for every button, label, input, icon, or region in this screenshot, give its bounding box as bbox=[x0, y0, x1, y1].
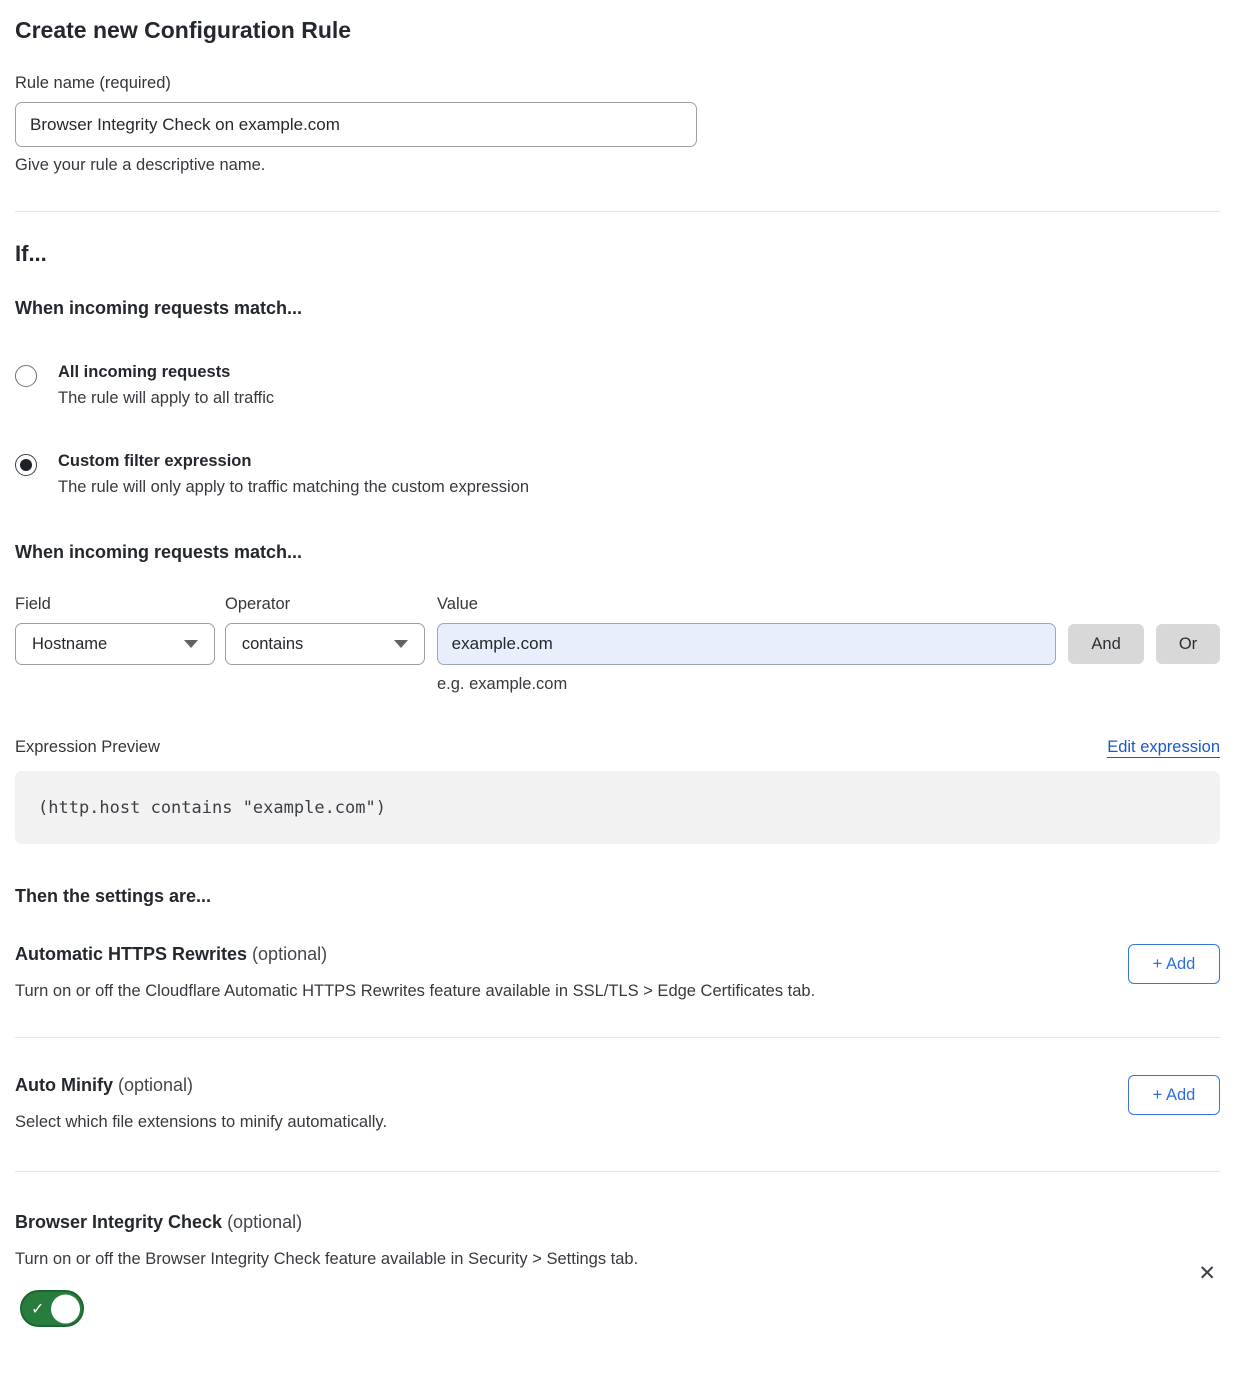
section-divider bbox=[15, 211, 1220, 212]
setting-description: Turn on or off the Browser Integrity Che… bbox=[15, 1250, 638, 1269]
page-title: Create new Configuration Rule bbox=[15, 17, 1220, 44]
setting-title-text: Automatic HTTPS Rewrites bbox=[15, 944, 247, 964]
then-heading: Then the settings are... bbox=[15, 886, 1220, 907]
setting-automatic-https-rewrites: Automatic HTTPS Rewrites (optional) Turn… bbox=[15, 944, 1220, 1001]
setting-title: Auto Minify (optional) bbox=[15, 1075, 387, 1096]
add-automatic-https-rewrites-button[interactable]: + Add bbox=[1128, 944, 1220, 984]
operator-select-value: contains bbox=[242, 635, 303, 654]
setting-optional-text: (optional) bbox=[113, 1075, 193, 1095]
toggle-knob bbox=[51, 1294, 80, 1323]
expression-builder-row: Hostname contains And Or bbox=[15, 623, 1220, 665]
expression-builder-labels: Field Operator Value bbox=[15, 595, 1220, 614]
close-icon[interactable]: ✕ bbox=[1194, 1214, 1220, 1332]
and-button[interactable]: And bbox=[1068, 624, 1144, 664]
chevron-down-icon bbox=[184, 640, 198, 648]
add-auto-minify-button[interactable]: + Add bbox=[1128, 1075, 1220, 1115]
value-label: Value bbox=[437, 595, 1057, 614]
setting-title: Automatic HTTPS Rewrites (optional) bbox=[15, 944, 815, 965]
field-select-value: Hostname bbox=[32, 635, 107, 654]
checkmark-icon: ✓ bbox=[31, 1299, 44, 1319]
setting-optional-text: (optional) bbox=[247, 944, 327, 964]
setting-title: Browser Integrity Check (optional) bbox=[15, 1212, 638, 1233]
browser-integrity-check-toggle[interactable]: ✓ bbox=[20, 1290, 84, 1327]
expression-preview-header: Expression Preview Edit expression bbox=[15, 738, 1220, 758]
create-configuration-rule-form: Create new Configuration Rule Rule name … bbox=[0, 17, 1237, 1332]
or-button[interactable]: Or bbox=[1156, 624, 1220, 664]
value-input[interactable] bbox=[437, 623, 1056, 665]
if-heading: If... bbox=[15, 241, 1220, 267]
expression-preview-label: Expression Preview bbox=[15, 738, 160, 757]
radio-description: The rule will apply to all traffic bbox=[58, 389, 274, 408]
expression-preview-code-block: (http.host contains "example.com") bbox=[15, 771, 1220, 844]
operator-select[interactable]: contains bbox=[225, 623, 425, 665]
radio-option-all-requests[interactable]: All incoming requests The rule will appl… bbox=[15, 363, 1220, 408]
setting-description: Select which file extensions to minify a… bbox=[15, 1113, 387, 1132]
setting-description: Turn on or off the Cloudflare Automatic … bbox=[15, 982, 815, 1001]
setting-browser-integrity-check: Browser Integrity Check (optional) Turn … bbox=[15, 1212, 1220, 1332]
radio-button-unselected[interactable] bbox=[15, 365, 37, 387]
radio-option-custom-filter[interactable]: Custom filter expression The rule will o… bbox=[15, 452, 1220, 497]
setting-auto-minify: Auto Minify (optional) Select which file… bbox=[15, 1075, 1220, 1132]
setting-divider bbox=[15, 1171, 1220, 1172]
radio-label: Custom filter expression bbox=[58, 452, 529, 471]
radio-description: The rule will only apply to traffic matc… bbox=[58, 478, 529, 497]
setting-title-text: Auto Minify bbox=[15, 1075, 113, 1095]
operator-label: Operator bbox=[225, 595, 425, 614]
radio-button-selected[interactable] bbox=[15, 454, 37, 476]
radio-label: All incoming requests bbox=[58, 363, 274, 382]
edit-expression-link[interactable]: Edit expression bbox=[1107, 738, 1220, 758]
field-select[interactable]: Hostname bbox=[15, 623, 215, 665]
rule-name-input[interactable] bbox=[15, 102, 697, 147]
match-heading-1: When incoming requests match... bbox=[15, 298, 1220, 319]
expression-code: (http.host contains "example.com") bbox=[38, 798, 386, 818]
setting-divider bbox=[15, 1037, 1220, 1038]
rule-name-helper: Give your rule a descriptive name. bbox=[15, 156, 1220, 175]
rule-name-label: Rule name (required) bbox=[15, 74, 1220, 93]
value-helper: e.g. example.com bbox=[437, 675, 1220, 694]
chevron-down-icon bbox=[394, 640, 408, 648]
field-label: Field bbox=[15, 595, 215, 614]
setting-optional-text: (optional) bbox=[222, 1212, 302, 1232]
match-heading-2: When incoming requests match... bbox=[15, 542, 1220, 563]
setting-title-text: Browser Integrity Check bbox=[15, 1212, 222, 1232]
